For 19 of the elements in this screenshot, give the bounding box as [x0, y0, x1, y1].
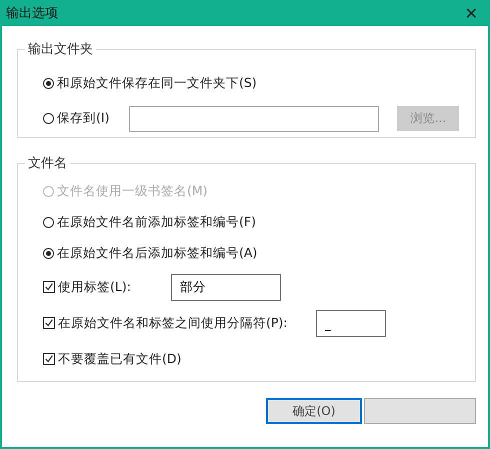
- checkmark-icon: [44, 354, 54, 364]
- path-field[interactable]: [129, 106, 380, 132]
- group-title: 文件名: [27, 155, 68, 172]
- radio-option[interactable]: 保存到(I): [43, 110, 110, 127]
- separator-field[interactable]: _: [316, 310, 386, 336]
- radio-option[interactable]: 在原始文件名前添加标签和编号(F): [43, 214, 256, 231]
- checkmark-icon: [44, 282, 54, 292]
- radio-option[interactable]: 在原始文件名后添加标签和编号(A): [43, 245, 258, 262]
- checkbox-option[interactable]: 不要覆盖已有文件(D): [43, 350, 182, 368]
- window-title: 输出选项: [6, 5, 58, 22]
- checkbox-option[interactable]: 在原始文件名和标签之间使用分隔符(P):: [43, 314, 288, 332]
- close-button[interactable]: ✕: [460, 4, 482, 22]
- checkmark-icon: [44, 318, 54, 328]
- label-field[interactable]: 部分: [170, 274, 281, 300]
- radio-option[interactable]: 和原始文件保存在同一文件夹下(S): [43, 75, 257, 92]
- ok-button[interactable]: 确定(O): [266, 398, 362, 424]
- checkbox-option[interactable]: 使用标签(L):: [43, 278, 131, 296]
- group-title: 输出文件夹: [27, 41, 94, 58]
- dialog-button[interactable]: [364, 398, 476, 424]
